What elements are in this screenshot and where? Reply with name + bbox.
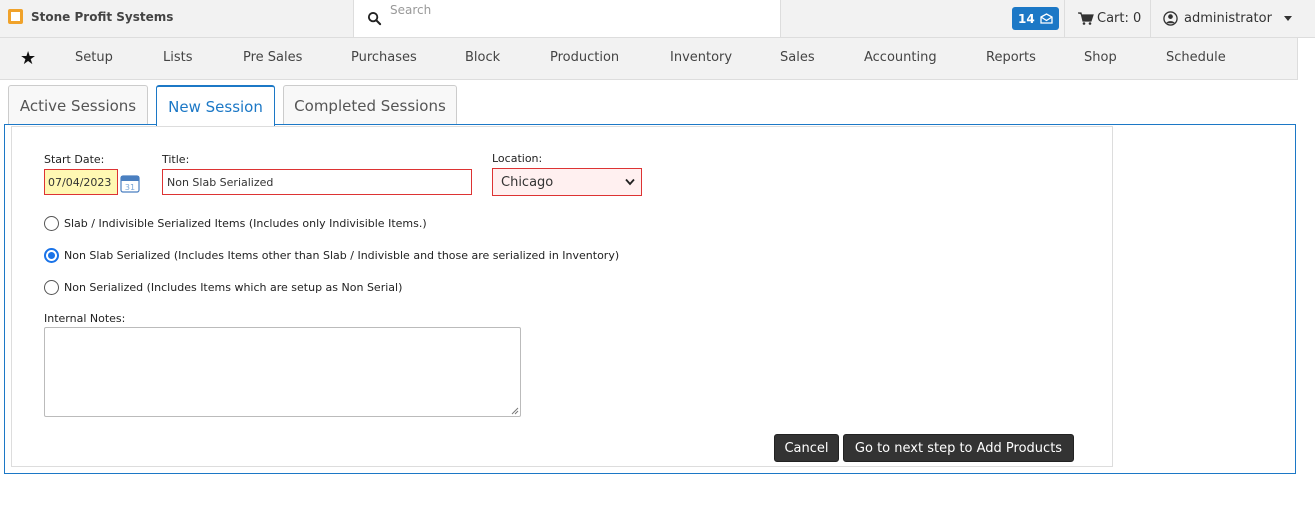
mail-icon	[1040, 13, 1053, 24]
user-name: administrator	[1184, 11, 1272, 26]
next-step-button[interactable]: Go to next step to Add Products	[843, 434, 1074, 462]
nav-scrollbar[interactable]	[1297, 38, 1315, 80]
nav-item-purchases[interactable]: Purchases	[351, 50, 417, 65]
cart-link[interactable]: Cart: 0	[1078, 11, 1141, 26]
brand-name: Stone Profit Systems	[31, 9, 174, 24]
top-bar: Stone Profit Systems 14 Cart: 0 admin	[0, 0, 1315, 38]
title-input[interactable]	[162, 169, 472, 195]
chevron-down-icon	[625, 178, 635, 186]
radio-label: Non Slab Serialized (Includes Items othe…	[64, 249, 620, 262]
resize-handle-icon[interactable]	[511, 407, 519, 415]
search-box[interactable]	[353, 0, 781, 37]
chevron-down-icon	[1283, 16, 1292, 21]
session-type-option[interactable]: Slab / Indivisible Serialized Items (Inc…	[44, 216, 427, 231]
notifications-count: 14	[1018, 11, 1035, 26]
internal-notes-textarea[interactable]	[44, 327, 521, 417]
main-nav: ★ Setup Lists Pre Sales Purchases Block …	[0, 38, 1315, 80]
nav-item-shop[interactable]: Shop	[1084, 50, 1117, 65]
start-date-input[interactable]	[44, 169, 118, 195]
nav-item-accounting[interactable]: Accounting	[864, 50, 937, 65]
tab-label: New Session	[168, 97, 263, 116]
cancel-button-label: Cancel	[784, 440, 829, 456]
svg-text:31: 31	[125, 183, 135, 192]
location-label: Location:	[492, 152, 543, 165]
session-type-option[interactable]: Non Serialized (Includes Items which are…	[44, 280, 402, 295]
next-step-button-label: Go to next step to Add Products	[854, 440, 1063, 456]
start-date-label: Start Date:	[44, 153, 105, 166]
nav-item-production[interactable]: Production	[550, 50, 619, 65]
header-divider	[1064, 0, 1065, 38]
slab-serialized-radio[interactable]	[44, 216, 59, 231]
header-divider	[1150, 0, 1151, 38]
non-serialized-radio[interactable]	[44, 280, 59, 295]
location-select[interactable]: Chicago	[492, 168, 642, 196]
tab-active-sessions[interactable]: Active Sessions	[8, 85, 148, 125]
nav-item-reports[interactable]: Reports	[986, 50, 1036, 65]
nav-item-inventory[interactable]: Inventory	[670, 50, 732, 65]
nav-item-pre-sales[interactable]: Pre Sales	[243, 50, 302, 65]
internal-notes-label: Internal Notes:	[44, 312, 126, 325]
tab-new-session[interactable]: New Session	[156, 85, 275, 126]
tab-label: Active Sessions	[19, 96, 137, 115]
non-slab-serialized-radio[interactable]	[44, 248, 59, 263]
brand[interactable]: Stone Profit Systems	[8, 9, 173, 24]
nav-item-lists[interactable]: Lists	[163, 50, 193, 65]
radio-label: Slab / Indivisible Serialized Items (Inc…	[64, 217, 427, 230]
cancel-button[interactable]: Cancel	[774, 434, 839, 462]
calendar-icon[interactable]: 31	[120, 174, 140, 193]
nav-item-schedule[interactable]: Schedule	[1166, 50, 1226, 65]
user-circle-icon	[1163, 11, 1178, 26]
notifications-badge[interactable]: 14	[1012, 7, 1059, 30]
tab-completed-sessions[interactable]: Completed Sessions	[283, 85, 457, 125]
search-input[interactable]	[390, 0, 770, 20]
brand-logo-icon	[8, 9, 23, 24]
location-selected-value: Chicago	[501, 174, 554, 190]
nav-item-block[interactable]: Block	[465, 50, 500, 65]
title-label: Title:	[162, 153, 190, 166]
nav-item-sales[interactable]: Sales	[780, 50, 815, 65]
tab-label: Completed Sessions	[294, 96, 446, 115]
session-type-option[interactable]: Non Slab Serialized (Includes Items othe…	[44, 248, 619, 263]
search-icon	[367, 11, 382, 26]
favorites-star-icon[interactable]: ★	[20, 48, 36, 69]
radio-label: Non Serialized (Includes Items which are…	[64, 281, 403, 294]
user-menu[interactable]: administrator	[1163, 11, 1292, 26]
cart-label: Cart: 0	[1097, 11, 1142, 26]
cart-icon	[1078, 12, 1094, 25]
nav-item-setup[interactable]: Setup	[75, 50, 113, 65]
